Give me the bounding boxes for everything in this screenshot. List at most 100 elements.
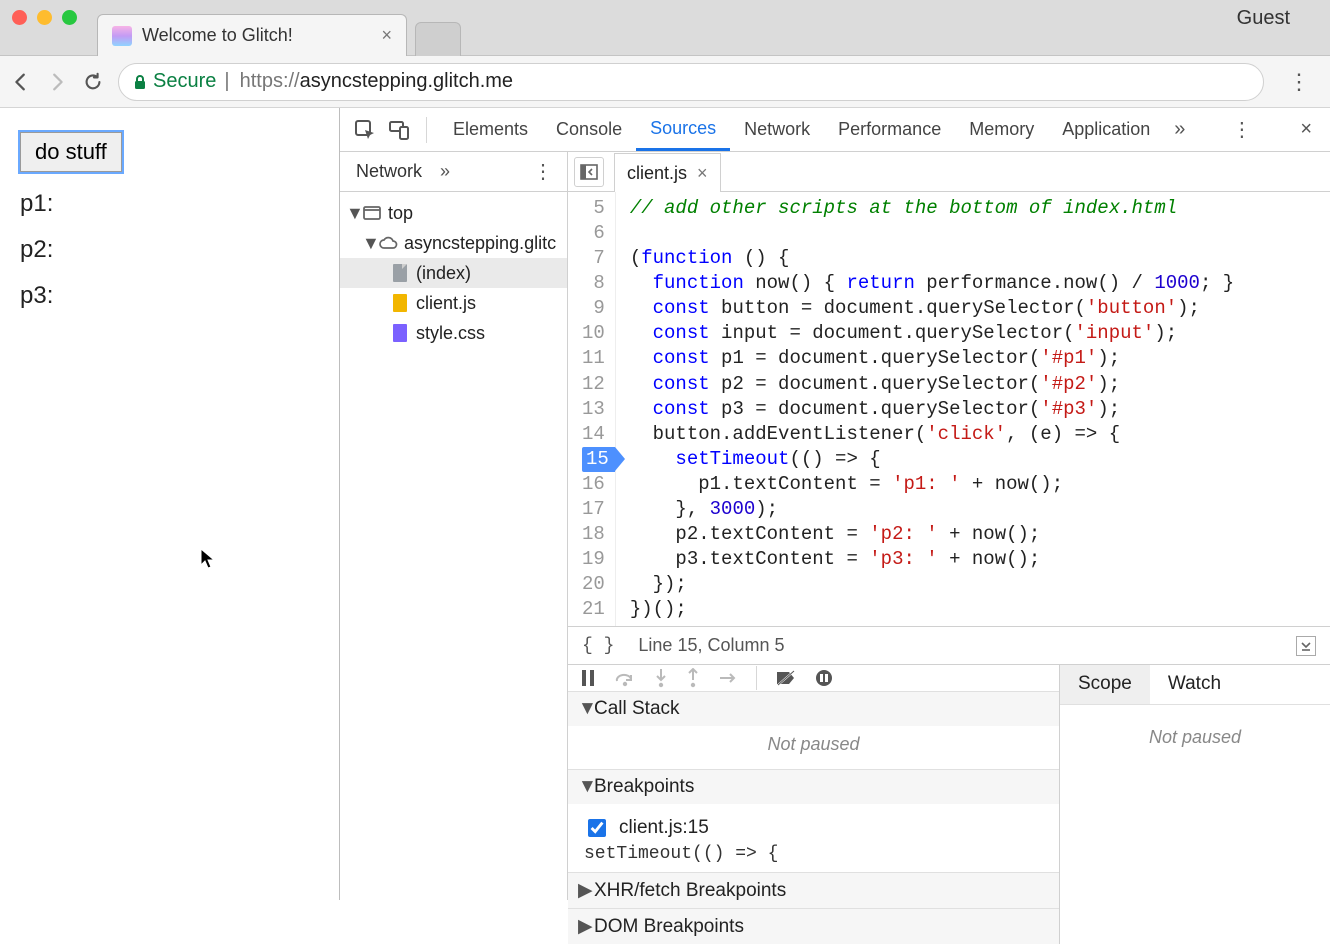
tree-top[interactable]: ▼ top	[340, 198, 567, 228]
devtools-tab-elements[interactable]: Elements	[439, 108, 542, 151]
forward-button[interactable]	[46, 71, 68, 93]
url-protocol: https://	[240, 70, 300, 93]
tree-label: client.js	[416, 293, 476, 314]
tree-origin[interactable]: ▼ asyncstepping.glitc	[340, 228, 567, 258]
call-stack-header[interactable]: ▼Call Stack	[568, 692, 1059, 726]
pretty-print-icon[interactable]: { }	[582, 636, 614, 656]
scope-watch-tabs: Scope Watch	[1060, 665, 1330, 705]
minimize-window-icon[interactable]	[37, 10, 52, 25]
cloud-icon	[378, 233, 398, 253]
step-icon[interactable]	[718, 671, 738, 685]
back-button[interactable]	[10, 71, 32, 93]
navigator-menu-icon[interactable]: ⋮	[529, 159, 557, 184]
close-editor-tab-icon[interactable]: ×	[697, 163, 708, 184]
browser-menu-button[interactable]: ⋮	[1278, 69, 1320, 95]
call-stack-state: Not paused	[568, 726, 1059, 769]
browser-tabstrip: Welcome to Glitch! × Guest	[89, 0, 1330, 55]
inspect-element-icon[interactable]	[350, 115, 380, 145]
pause-icon[interactable]	[580, 669, 596, 687]
step-out-icon[interactable]	[686, 668, 700, 688]
editor-tabs: client.js ×	[568, 152, 1330, 192]
browser-tab[interactable]: Welcome to Glitch! ×	[97, 14, 407, 56]
breakpoints-header[interactable]: ▼Breakpoints	[568, 770, 1059, 804]
call-stack-section: ▼Call Stack Not paused	[568, 692, 1059, 770]
code-content[interactable]: // add other scripts at the bottom of in…	[616, 192, 1244, 626]
scope-state: Not paused	[1149, 719, 1241, 762]
do-stuff-button[interactable]: do stuff	[20, 132, 122, 172]
separator: |	[224, 70, 229, 93]
toggle-navigator-icon[interactable]	[574, 157, 604, 187]
tree-label: style.css	[416, 323, 485, 344]
traffic-lights	[0, 10, 89, 45]
page-viewport: do stuff p1: p2: p3:	[0, 108, 340, 900]
devtools-tab-console[interactable]: Console	[542, 108, 636, 151]
cursor-position: Line 15, Column 5	[638, 635, 784, 656]
code-editor[interactable]: 56789101112131415161718192021 // add oth…	[568, 192, 1330, 626]
favicon-icon	[112, 26, 132, 46]
zoom-window-icon[interactable]	[62, 10, 77, 25]
watch-tab[interactable]: Watch	[1150, 665, 1239, 704]
breakpoints-section: ▼Breakpoints client.js:15 setTimeout(() …	[568, 770, 1059, 873]
dom-breakpoints-section: ▶DOM Breakpoints	[568, 909, 1059, 944]
deactivate-breakpoints-icon[interactable]	[775, 669, 797, 687]
content: do stuff p1: p2: p3: ElementsConsoleSour…	[0, 108, 1330, 900]
reload-button[interactable]	[82, 71, 104, 93]
devtools-tab-memory[interactable]: Memory	[955, 108, 1048, 151]
profile-label[interactable]: Guest	[1237, 7, 1314, 48]
close-window-icon[interactable]	[12, 10, 27, 25]
scope-tab[interactable]: Scope	[1060, 665, 1150, 704]
navigator-subtab-network[interactable]: Network	[350, 161, 428, 182]
devtools-tab-network[interactable]: Network	[730, 108, 824, 151]
cursor-icon	[200, 548, 216, 570]
sources-navigator: Network » ⋮ ▼ top ▼ asyncstepping.glitc	[340, 152, 568, 900]
p2-label: p2:	[20, 236, 319, 264]
devtools-overflow-button[interactable]: »	[1168, 118, 1191, 141]
separator	[756, 666, 757, 690]
tree-file-index[interactable]: (index)	[340, 258, 567, 288]
file-tree: ▼ top ▼ asyncstepping.glitc (index)	[340, 192, 567, 900]
section-label: Call Stack	[594, 698, 680, 720]
window-icon	[362, 203, 382, 223]
address-bar[interactable]: Secure | https://asyncstepping.glitch.me	[118, 63, 1264, 101]
p1-label: p1:	[20, 190, 319, 218]
new-tab-button[interactable]	[415, 22, 461, 56]
step-into-icon[interactable]	[654, 668, 668, 688]
tree-file-stylecss[interactable]: style.css	[340, 318, 567, 348]
debugger-left: ▼Call Stack Not paused ▼Breakpoints clie…	[568, 665, 1060, 944]
step-over-icon[interactable]	[614, 669, 636, 687]
breakpoint-checkbox[interactable]	[588, 819, 606, 837]
tree-label: asyncstepping.glitc	[404, 233, 556, 254]
editor-statusbar: { } Line 15, Column 5	[568, 626, 1330, 664]
lock-icon	[133, 74, 147, 90]
close-tab-icon[interactable]: ×	[373, 25, 392, 46]
xhr-breakpoints-section: ▶XHR/fetch Breakpoints	[568, 873, 1059, 909]
device-mode-icon[interactable]	[384, 115, 414, 145]
devtools-menu-icon[interactable]: ⋮	[1224, 117, 1260, 142]
dom-breakpoints-header[interactable]: ▶DOM Breakpoints	[568, 909, 1059, 944]
devtools-tab-application[interactable]: Application	[1048, 108, 1164, 151]
pause-on-exceptions-icon[interactable]	[815, 669, 833, 687]
devtools-tab-performance[interactable]: Performance	[824, 108, 955, 151]
toolbar: Secure | https://asyncstepping.glitch.me…	[0, 56, 1330, 108]
devtools-tabbar: ElementsConsoleSourcesNetworkPerformance…	[340, 108, 1330, 152]
editor-pane: client.js × 5678910111213141516171819202…	[568, 152, 1330, 664]
navigator-overflow-icon[interactable]: »	[440, 161, 450, 182]
line-gutter[interactable]: 56789101112131415161718192021	[568, 192, 616, 626]
secure-label: Secure	[153, 70, 216, 93]
devtools-close-icon[interactable]: ×	[1292, 118, 1320, 141]
p3-label: p3:	[20, 282, 319, 310]
url-host: asyncstepping.glitch.me	[300, 70, 513, 93]
separator	[426, 117, 427, 143]
js-file-icon	[390, 293, 410, 313]
caret-right-icon: ▶	[578, 879, 594, 902]
section-label: Breakpoints	[594, 776, 694, 798]
caret-down-icon: ▼	[346, 203, 362, 224]
window-titlebar: Welcome to Glitch! × Guest	[0, 0, 1330, 56]
document-icon	[390, 263, 410, 283]
editor-tab-clientjs[interactable]: client.js ×	[614, 153, 721, 192]
tree-file-clientjs[interactable]: client.js	[340, 288, 567, 318]
coverage-icon[interactable]	[1296, 636, 1316, 656]
xhr-breakpoints-header[interactable]: ▶XHR/fetch Breakpoints	[568, 873, 1059, 908]
devtools-tab-sources[interactable]: Sources	[636, 108, 730, 151]
breakpoint-row[interactable]: client.js:15	[578, 812, 1049, 844]
